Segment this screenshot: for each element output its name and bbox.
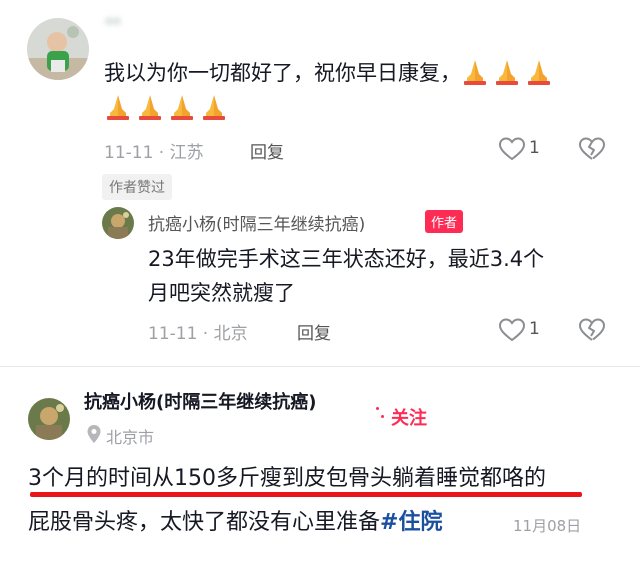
- folded-hands-icon: [525, 57, 553, 85]
- comment-like-count: 1: [529, 138, 540, 158]
- post-text-line2-body: 屁股骨头疼，太快了都没有心里准备: [28, 510, 381, 535]
- reply-like-button[interactable]: 1: [498, 315, 548, 345]
- follow-label: 关注: [391, 408, 427, 429]
- comment-text: 我以为你一切都好了，祝你早日康复，: [104, 57, 624, 90]
- folded-hands-icon: [168, 92, 196, 120]
- broken-heart-icon[interactable]: [578, 136, 606, 166]
- folded-hands-icon: [200, 92, 228, 120]
- comment-emoji-row: [104, 92, 232, 120]
- folded-hands-icon: [104, 92, 132, 120]
- folded-hands-icon: [493, 57, 521, 85]
- commenter-avatar[interactable]: [27, 18, 89, 80]
- commenter-name[interactable]: **: [105, 14, 121, 33]
- post-author-avatar[interactable]: [28, 398, 70, 440]
- reply-author-name[interactable]: 抗癌小杨(时隔三年继续抗癌): [148, 210, 365, 235]
- dot-icon: [381, 415, 384, 418]
- location-pin-icon: [86, 424, 102, 448]
- reply-reply-button[interactable]: 回复: [297, 319, 331, 344]
- folded-hands-icon: [461, 57, 489, 85]
- reply-text-line2: 月吧突然就瘦了: [148, 281, 295, 305]
- comment-reply-button[interactable]: 回复: [250, 138, 284, 163]
- reply-date-location: 11-11 · 北京: [148, 324, 248, 344]
- highlight-underline: [30, 492, 582, 497]
- comment-text-body: 我以为你一切都好了，祝你早日康复，: [104, 61, 461, 85]
- author-tag-badge: 作者: [425, 210, 464, 233]
- post-author-name[interactable]: 抗癌小杨(时隔三年继续抗癌): [84, 388, 316, 414]
- heart-icon: [498, 318, 526, 342]
- author-liked-chip: 作者赞过: [102, 174, 172, 200]
- broken-heart-icon[interactable]: [578, 317, 606, 347]
- section-divider: [0, 366, 640, 367]
- author-avatar-small[interactable]: [102, 207, 134, 239]
- dot-icon: [376, 407, 379, 410]
- post-text-line2: 屁股骨头疼，太快了都没有心里准备#住院: [28, 505, 442, 541]
- comment-like-button[interactable]: 1: [498, 134, 548, 164]
- post-date: 11月08日: [513, 517, 582, 535]
- folded-hands-icon: [136, 92, 164, 120]
- reply-like-count: 1: [529, 319, 540, 339]
- heart-icon: [498, 137, 526, 161]
- post-location[interactable]: 北京市: [106, 424, 154, 448]
- hashtag-link[interactable]: #住院: [380, 510, 442, 535]
- comment-date-location: 11-11 · 江苏: [104, 143, 204, 163]
- reply-text-line1: 23年做完手术这三年状态还好，最近3.4个: [148, 247, 545, 271]
